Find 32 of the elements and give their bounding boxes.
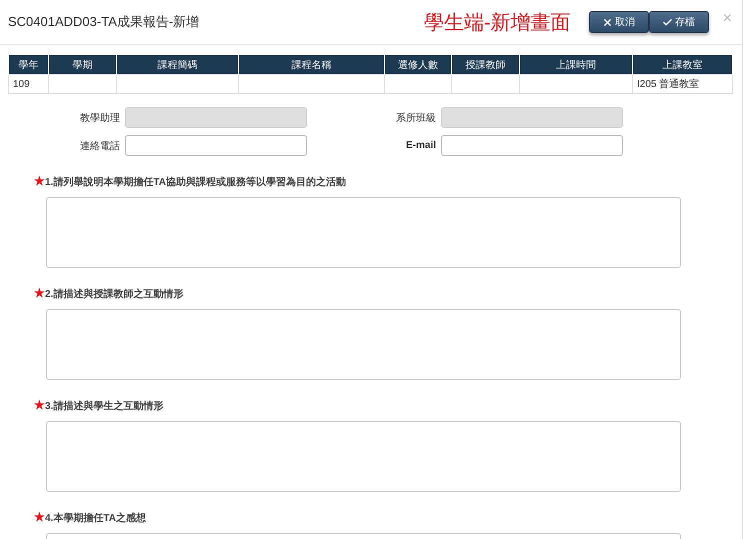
field-label: 連絡電話 — [79, 140, 120, 152]
field-label: 系所班級 — [395, 112, 436, 124]
column-header: 授課教師 — [452, 55, 520, 74]
table-cell — [452, 74, 520, 94]
annotation-text: 學生端-新增畫面 — [424, 10, 571, 36]
column-header: 學期 — [48, 55, 116, 74]
column-header: 課程簡碼 — [116, 55, 238, 74]
input-field[interactable] — [441, 135, 623, 156]
column-header: 課程名稱 — [238, 55, 384, 74]
cancel-button[interactable]: 取消 — [588, 11, 649, 33]
question-label: ★4.本學期擔任TA之感想 — [34, 510, 147, 525]
answer-box[interactable] — [46, 421, 681, 492]
answer-box[interactable] — [46, 309, 681, 380]
answer-box[interactable] — [46, 197, 681, 268]
column-header: 上課時間 — [520, 55, 632, 74]
column-header: 上課教室 — [632, 55, 732, 74]
check-icon — [662, 16, 674, 28]
close-icon — [602, 16, 614, 28]
question-label: ★1.請列舉說明本學期擔任TA協助與課程或服務等以學習為目的之活動 — [34, 174, 347, 189]
field-label: 教學助理 — [79, 112, 120, 124]
column-header: 學年 — [8, 55, 48, 74]
input-field[interactable] — [125, 135, 307, 156]
save-button[interactable]: 存檔 — [648, 11, 709, 33]
question-label: ★2.請描述與授課教師之互動情形 — [34, 286, 184, 301]
table-cell — [48, 74, 116, 94]
column-header: 選修人數 — [384, 55, 452, 74]
window-title: SC0401ADD03-TA成果報告-新增 — [8, 13, 200, 31]
table-cell: I205 普通教室 — [632, 74, 732, 94]
table-cell — [384, 74, 452, 94]
table-cell: 109 — [8, 74, 48, 94]
field-label: E-mail — [404, 140, 436, 151]
question-label: ★3.請描述與學生之互動情形 — [34, 398, 164, 413]
